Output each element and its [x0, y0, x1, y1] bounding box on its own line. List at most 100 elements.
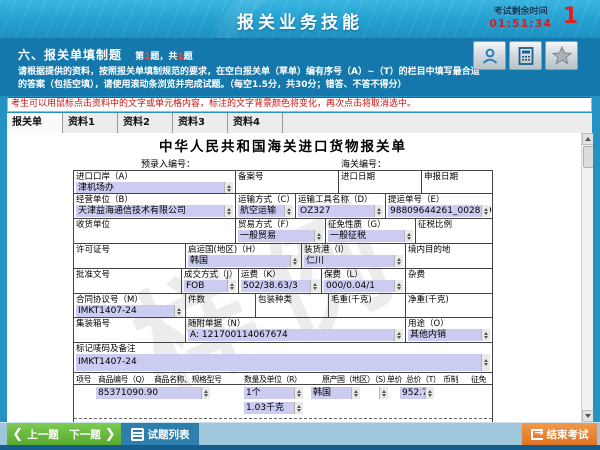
- spinner-icon[interactable]: [394, 280, 403, 292]
- field-approval-number: 批准文号: [74, 269, 182, 293]
- footer-strip: [0, 445, 600, 450]
- spinner-icon[interactable]: [294, 387, 303, 399]
- field-label: 集装箱号: [74, 318, 185, 329]
- chevron-right-icon: ❯: [105, 427, 116, 442]
- calculator-button[interactable]: [509, 41, 542, 70]
- usage-input[interactable]: 其他内销: [408, 329, 490, 341]
- tool-iconbar: [473, 41, 578, 70]
- hint-banner: 考生可以用鼠标点击资料中的文字或单元格内容，标注的文字背景颜色将变化，再次点击将…: [7, 97, 592, 112]
- scroll-up-button[interactable]: [582, 133, 593, 145]
- field-label: 征税比例: [416, 219, 492, 230]
- spinner-icon[interactable]: [310, 280, 319, 292]
- field-label: 申报日期: [422, 171, 492, 182]
- contract-number-input[interactable]: IMKT1407-24: [76, 305, 183, 317]
- spinner-icon[interactable]: [314, 230, 323, 242]
- total-price-input[interactable]: 952.7: [400, 387, 434, 399]
- field-label: 随附单据（N）: [186, 318, 405, 329]
- calculator-icon: [518, 47, 534, 65]
- end-exam-button[interactable]: 结束考试: [522, 423, 597, 446]
- col-item-no: 项号: [76, 374, 91, 385]
- origin-country-input[interactable]: 韩国: [311, 387, 360, 399]
- col-total-price: 总价（T）: [406, 374, 440, 385]
- spinner-icon[interactable]: [481, 354, 490, 371]
- previous-question-button[interactable]: ❮ 上一题: [7, 423, 65, 446]
- freight-input[interactable]: 502/38.63/3: [241, 280, 319, 292]
- bill-number-input[interactable]: 98809644261_00285953: [388, 205, 490, 217]
- trade-mode-input[interactable]: 一般贸易: [238, 230, 323, 242]
- spinner-icon[interactable]: [351, 387, 360, 399]
- form-number-line: 预录入编号： 海关编号：: [73, 157, 493, 170]
- question-list-button[interactable]: 试题列表: [121, 423, 199, 446]
- spinner-icon[interactable]: [290, 255, 299, 267]
- field-label: 进口口岸（A）: [74, 171, 235, 182]
- vertical-scrollbar[interactable]: [581, 133, 593, 422]
- spinner-icon[interactable]: [201, 387, 210, 399]
- bookmark-button[interactable]: [545, 41, 578, 70]
- transaction-mode-input[interactable]: FOB: [184, 280, 236, 292]
- col-unit-price: 单价: [387, 374, 402, 385]
- tab-bar: 报关单 资料1 资料2 资料3 资料4: [7, 113, 592, 133]
- spinner-icon[interactable]: [481, 329, 490, 341]
- tab-material-4[interactable]: 资料4: [228, 113, 283, 133]
- field-domestic-destination: 境内目的地: [406, 244, 492, 268]
- spinner-icon[interactable]: [425, 387, 434, 399]
- transport-name-input[interactable]: OZ327: [298, 205, 383, 217]
- quantity-weight-input[interactable]: 1.03千克: [244, 402, 303, 414]
- tab-material-2[interactable]: 资料2: [118, 113, 173, 133]
- spinner-icon[interactable]: [394, 255, 403, 267]
- spinner-icon[interactable]: [481, 205, 490, 217]
- field-license-number: 许可证号: [74, 244, 186, 268]
- departure-country-input[interactable]: 韩国: [188, 255, 299, 267]
- exam-window: 报关业务技能 考试剩余时间 01:51:34 1 六、报关单填制题 第1题，共1…: [0, 0, 600, 450]
- spinner-icon[interactable]: [394, 329, 403, 341]
- form-row-7: 集装箱号 随附单据（N） A: 121700114067674 用途（O） 其他…: [74, 318, 492, 343]
- tab-material-1[interactable]: 资料1: [63, 113, 118, 133]
- field-label: 装货港（I）: [302, 244, 405, 255]
- field-usage: 用途（O） 其他内销: [406, 318, 492, 342]
- quantity-input[interactable]: 1个: [244, 387, 303, 399]
- user-button[interactable]: [473, 41, 506, 70]
- transport-mode-input[interactable]: 航空运输: [238, 205, 293, 217]
- field-net-weight: 净重(千克): [406, 294, 492, 317]
- scrollbar-thumb[interactable]: [583, 146, 593, 168]
- field-insurance: 保费（L） 000/0.04/1: [322, 269, 406, 293]
- scroll-down-button[interactable]: [582, 410, 593, 422]
- operator-input[interactable]: 天津益海通信技术有限公司: [76, 205, 233, 217]
- spinner-icon[interactable]: [224, 182, 233, 193]
- field-label: 件数: [186, 294, 255, 305]
- field-consignee: 收货单位: [74, 219, 236, 243]
- spinner-icon[interactable]: [174, 305, 183, 317]
- col-quantity-unit: 数量及单位（R）: [244, 374, 302, 385]
- field-label: 进口日期: [339, 171, 421, 182]
- field-label: 贸易方式（F）: [236, 219, 325, 230]
- field-label: 净重(千克): [406, 294, 492, 305]
- list-icon: [131, 428, 144, 441]
- app-title: 报关业务技能: [0, 8, 600, 33]
- spinner-icon[interactable]: [404, 230, 413, 242]
- field-attached-documents: 随附单据（N） A: 121700114067674: [186, 318, 406, 342]
- unit-price-input[interactable]: [374, 387, 388, 399]
- spinner-icon[interactable]: [379, 387, 388, 399]
- spinner-icon[interactable]: [294, 402, 303, 414]
- field-label: 包装种类: [256, 294, 328, 305]
- marks-notes-input[interactable]: IMKT1407-24: [76, 354, 490, 371]
- timer-value: 01:51:34: [489, 17, 552, 30]
- spinner-icon[interactable]: [224, 205, 233, 217]
- field-label: 许可证号: [74, 244, 185, 255]
- spinner-icon[interactable]: [374, 205, 383, 217]
- tab-declaration-form[interactable]: 报关单: [7, 113, 63, 133]
- exit-icon: [531, 429, 543, 440]
- next-question-button[interactable]: 下一题 ❯: [64, 423, 121, 446]
- next-question-label: 下一题: [69, 427, 101, 442]
- tab-material-3[interactable]: 资料3: [173, 113, 228, 133]
- import-port-input[interactable]: 津机场办: [76, 182, 233, 193]
- end-exam-label: 结束考试: [547, 427, 589, 442]
- commodity-code-input[interactable]: 85371090.90: [96, 387, 210, 399]
- insurance-input[interactable]: 000/0.04/1: [324, 280, 403, 292]
- attached-documents-input[interactable]: A: 121700114067674: [188, 329, 403, 341]
- levy-nature-input[interactable]: 一般征税: [328, 230, 413, 242]
- spinner-icon[interactable]: [284, 205, 293, 217]
- field-label: 标记唛码及备注: [74, 343, 492, 354]
- loading-port-input[interactable]: 仁川: [304, 255, 403, 267]
- spinner-icon[interactable]: [227, 280, 236, 292]
